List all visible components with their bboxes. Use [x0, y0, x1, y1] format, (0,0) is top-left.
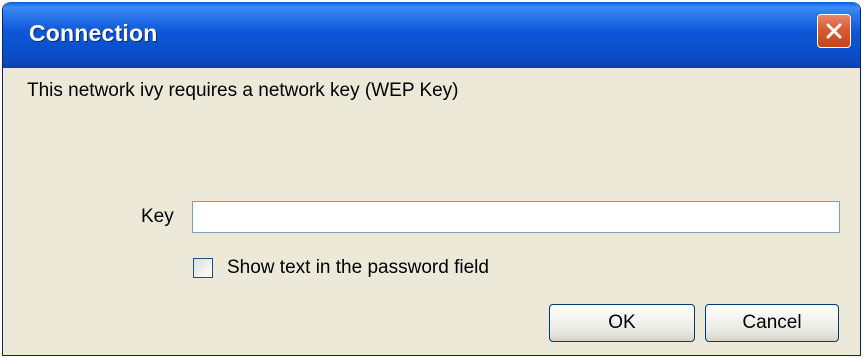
- show-text-checkbox-label[interactable]: Show text in the password field: [227, 257, 489, 279]
- dialog-body: This network ivy requires a network key …: [7, 68, 856, 351]
- window-title: Connection: [29, 20, 158, 46]
- show-text-option[interactable]: Show text in the password field: [193, 257, 489, 279]
- network-key-input[interactable]: [192, 201, 840, 233]
- close-icon: [826, 23, 842, 39]
- key-label: Key: [141, 206, 174, 227]
- close-button[interactable]: [817, 14, 851, 48]
- ok-button[interactable]: OK: [549, 304, 695, 342]
- show-text-checkbox[interactable]: [193, 258, 213, 278]
- connection-dialog: Connection This network ivy requires a n…: [2, 2, 861, 356]
- network-key-message: This network ivy requires a network key …: [27, 80, 459, 101]
- cancel-button[interactable]: Cancel: [705, 304, 839, 342]
- title-bar[interactable]: Connection: [3, 2, 860, 68]
